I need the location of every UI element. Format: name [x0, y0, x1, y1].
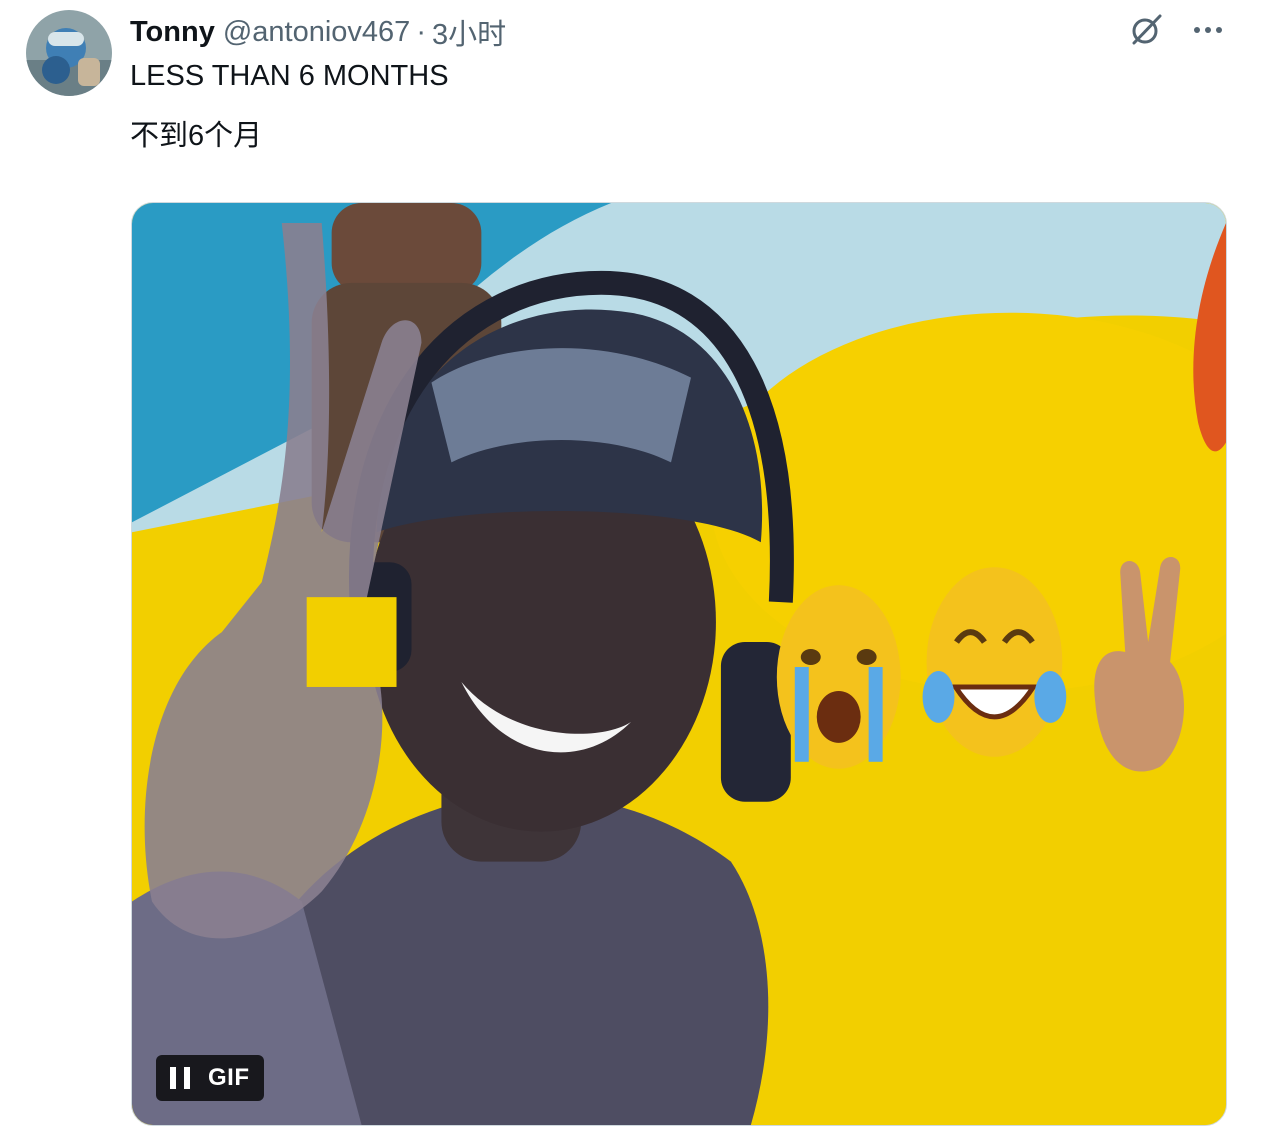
avatar-image: [26, 10, 112, 96]
more-options-button[interactable]: [1188, 10, 1228, 50]
author-display-name[interactable]: Tonny: [130, 16, 215, 49]
separator-dot: ·: [416, 15, 426, 48]
grok-button[interactable]: [1126, 10, 1166, 50]
pause-icon[interactable]: [170, 1067, 190, 1089]
gif-controls: GIF: [156, 1055, 264, 1101]
author-handle[interactable]: @antoniov467: [223, 16, 410, 49]
gif-frame-image: [132, 203, 1226, 1125]
more-horizontal-icon: [1194, 27, 1222, 33]
gif-media[interactable]: GIF: [131, 202, 1227, 1126]
crying-emoji: [776, 585, 901, 769]
avatar[interactable]: [26, 10, 112, 96]
tweet-top-actions: [1126, 10, 1228, 50]
tweet-text-translation: 不到6个月: [130, 120, 263, 152]
tweet-header: Tonny @antoniov467 · 3小时: [130, 12, 506, 52]
gif-badge: GIF: [208, 1064, 250, 1091]
slashed-circle-icon: [1132, 14, 1162, 45]
tweet-card[interactable]: Tonny @antoniov467 · 3小时 LESS THAN 6 MON…: [0, 0, 1264, 1132]
tweet-text-line: LESS THAN 6 MONTHS: [130, 60, 449, 92]
tweet-timestamp[interactable]: 3小时: [432, 11, 506, 53]
